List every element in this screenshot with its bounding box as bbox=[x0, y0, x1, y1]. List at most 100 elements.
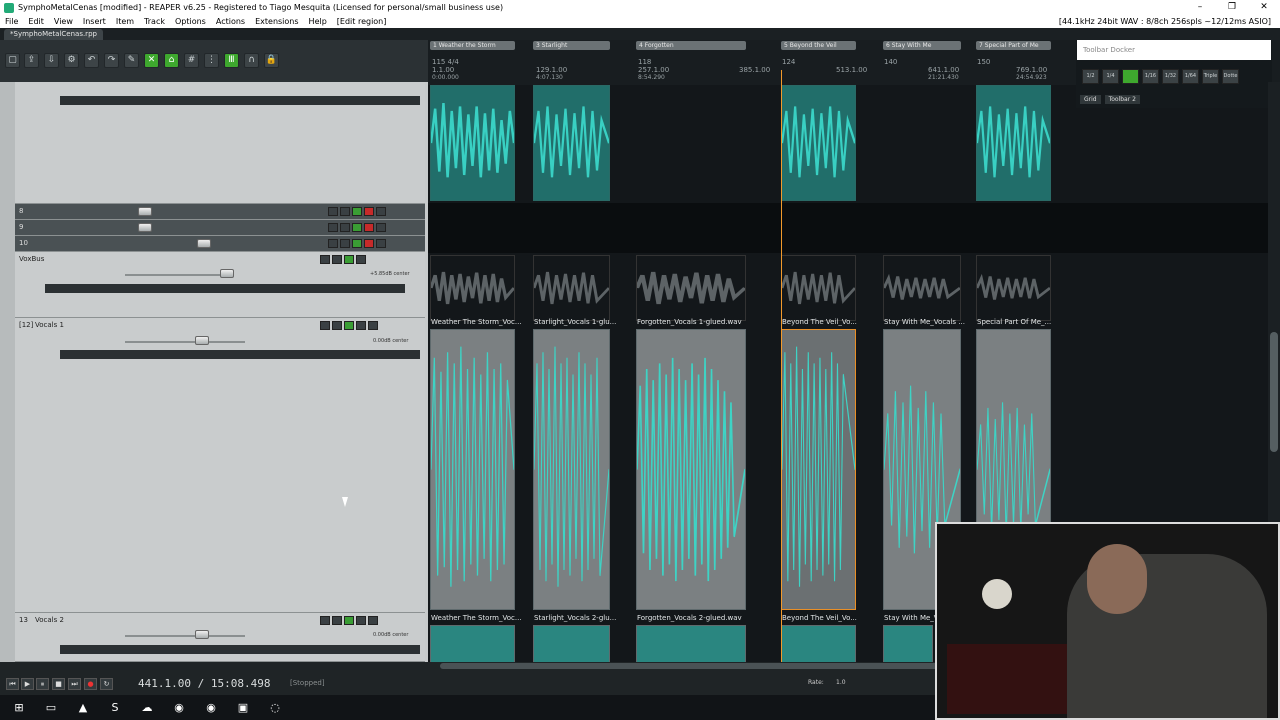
media-item-vocals-2[interactable]: Beyond The Veil_Vo... bbox=[781, 614, 857, 662]
menu-help[interactable]: Help bbox=[304, 17, 332, 26]
media-item-vocals-2[interactable]: Stay With Me_V... bbox=[883, 614, 944, 662]
record-icon[interactable]: ● bbox=[84, 678, 97, 690]
lock-icon[interactable]: 🔒 bbox=[264, 53, 279, 68]
chrome-icon-2[interactable]: ◉ bbox=[198, 698, 224, 718]
menu-view[interactable]: View bbox=[49, 17, 78, 26]
windows-start-icon[interactable]: ⊞ bbox=[6, 698, 32, 718]
project-tab[interactable]: *SymphoMetalCenas.rpp bbox=[4, 29, 103, 40]
io-button[interactable] bbox=[340, 207, 350, 216]
region-marker[interactable]: 4 Forgotten bbox=[636, 41, 746, 50]
settings-icon[interactable]: ⚙ bbox=[64, 53, 79, 68]
reaper-taskbar-icon[interactable]: ◌ bbox=[262, 698, 288, 718]
env-button[interactable] bbox=[376, 207, 386, 216]
grid-sixteenth-button[interactable]: 1/16 bbox=[1142, 69, 1159, 84]
open-project-icon[interactable]: ⇪ bbox=[24, 53, 39, 68]
minimize-button[interactable]: – bbox=[1184, 0, 1216, 15]
solo-button[interactable] bbox=[356, 616, 366, 625]
menu-extensions[interactable]: Extensions bbox=[250, 17, 303, 26]
fx-button[interactable] bbox=[328, 239, 338, 248]
save-project-icon[interactable]: ⇩ bbox=[44, 53, 59, 68]
mute-button[interactable] bbox=[344, 321, 354, 330]
media-item[interactable] bbox=[781, 85, 856, 201]
track-vocals-1[interactable]: [12] Vocals 1 0.00dB center bbox=[15, 318, 425, 613]
region-marker[interactable]: 5 Beyond the Veil bbox=[781, 41, 856, 50]
media-item-vocals-2[interactable]: Weather The Storm_Voc... bbox=[430, 614, 522, 662]
tab-grid[interactable]: Grid bbox=[1080, 95, 1101, 104]
grid-triplet-button[interactable]: Triple bbox=[1202, 69, 1219, 84]
io-button[interactable] bbox=[340, 239, 350, 248]
app-icon-window[interactable]: ▣ bbox=[230, 698, 256, 718]
redo-icon[interactable]: ↷ bbox=[104, 53, 119, 68]
go-to-end-icon[interactable]: ⏭ bbox=[68, 678, 81, 690]
region-marker[interactable]: 1 Weather the Storm bbox=[430, 41, 515, 50]
io-button[interactable] bbox=[332, 616, 342, 625]
menu-edit[interactable]: Edit bbox=[23, 17, 49, 26]
menu-file[interactable]: File bbox=[0, 17, 23, 26]
media-item[interactable] bbox=[636, 255, 746, 321]
solo-button[interactable] bbox=[356, 321, 366, 330]
chrome-icon[interactable]: ◉ bbox=[166, 698, 192, 718]
play-icon[interactable]: ▶ bbox=[21, 678, 34, 690]
app-icon-red[interactable]: S bbox=[102, 698, 128, 718]
io-button[interactable] bbox=[340, 223, 350, 232]
track-voxbus[interactable]: VoxBus +5.85dB center bbox=[15, 252, 425, 318]
media-item-vocals-2[interactable]: Forgotten_Vocals 2-glued.wav bbox=[636, 614, 746, 662]
track-row[interactable]: 8 bbox=[15, 204, 425, 220]
rate-value[interactable]: 1.0 bbox=[836, 679, 846, 686]
mute-button[interactable] bbox=[352, 207, 362, 216]
fx-button[interactable] bbox=[328, 207, 338, 216]
media-item[interactable] bbox=[976, 85, 1051, 201]
maximize-button[interactable]: ❐ bbox=[1216, 0, 1248, 15]
app-icon-cloud[interactable]: ☁ bbox=[134, 698, 160, 718]
close-button[interactable]: ✕ bbox=[1248, 0, 1280, 15]
track-row[interactable]: 9 bbox=[15, 220, 425, 236]
app-icon-blue[interactable]: ▲ bbox=[70, 698, 96, 718]
mute-button[interactable] bbox=[352, 223, 362, 232]
media-item-vocals-2[interactable]: Starlight_Vocals 2-glu... bbox=[533, 614, 616, 662]
record-arm-button[interactable] bbox=[364, 239, 374, 248]
volume-fader[interactable] bbox=[125, 635, 245, 637]
pause-icon[interactable]: ⏸ bbox=[36, 678, 49, 690]
io-button[interactable] bbox=[332, 255, 342, 264]
media-item[interactable] bbox=[976, 255, 1051, 321]
grid-32nd-button[interactable]: 1/32 bbox=[1162, 69, 1179, 84]
fx-button[interactable] bbox=[320, 616, 330, 625]
media-item-vocals-1[interactable]: Weather The Storm_Voc... bbox=[430, 318, 522, 610]
stop-icon[interactable]: ■ bbox=[52, 678, 65, 690]
metronome-icon[interactable]: ✎ bbox=[124, 53, 139, 68]
volume-fader-knob[interactable] bbox=[195, 630, 209, 639]
env-button[interactable] bbox=[368, 616, 378, 625]
lock-group-icon[interactable]: Ⅲ bbox=[224, 53, 239, 68]
menu-insert[interactable]: Insert bbox=[78, 17, 111, 26]
repeat-icon[interactable]: ↻ bbox=[100, 678, 113, 690]
file-explorer-icon[interactable]: ▭ bbox=[38, 698, 64, 718]
media-item-vocals-1-selected[interactable]: Beyond The Veil_Vo... bbox=[781, 318, 857, 610]
menu-edit-region[interactable]: [Edit region] bbox=[332, 17, 392, 26]
horizontal-scrollbar[interactable] bbox=[440, 663, 940, 669]
menu-options[interactable]: Options bbox=[170, 17, 211, 26]
grid-quarter-button[interactable]: 1/4 bbox=[1102, 69, 1119, 84]
region-marker[interactable]: 3 Starlight bbox=[533, 41, 610, 50]
grid-eighth-button[interactable] bbox=[1122, 69, 1139, 84]
mute-button[interactable] bbox=[344, 255, 354, 264]
fx-button[interactable] bbox=[320, 321, 330, 330]
media-item[interactable] bbox=[883, 255, 961, 321]
snap-icon[interactable]: ⋮ bbox=[204, 53, 219, 68]
edit-cursor[interactable] bbox=[781, 70, 782, 662]
media-item[interactable] bbox=[781, 255, 856, 321]
scrollbar-thumb[interactable] bbox=[1270, 332, 1278, 452]
volume-fader-knob[interactable] bbox=[195, 336, 209, 345]
auto-crossfade-icon[interactable]: ⌂ bbox=[164, 53, 179, 68]
env-button[interactable] bbox=[356, 255, 366, 264]
fx-button[interactable] bbox=[328, 223, 338, 232]
grid-64th-button[interactable]: 1/64 bbox=[1182, 69, 1199, 84]
volume-fader-knob[interactable] bbox=[220, 269, 234, 278]
mute-button[interactable] bbox=[352, 239, 362, 248]
grid-half-button[interactable]: 1/2 bbox=[1082, 69, 1099, 84]
io-button[interactable] bbox=[332, 321, 342, 330]
volume-fader-knob[interactable] bbox=[197, 239, 211, 248]
region-marker[interactable]: 6 Stay With Me bbox=[883, 41, 961, 50]
media-item[interactable] bbox=[430, 255, 515, 321]
menu-track[interactable]: Track bbox=[139, 17, 170, 26]
menu-actions[interactable]: Actions bbox=[211, 17, 250, 26]
